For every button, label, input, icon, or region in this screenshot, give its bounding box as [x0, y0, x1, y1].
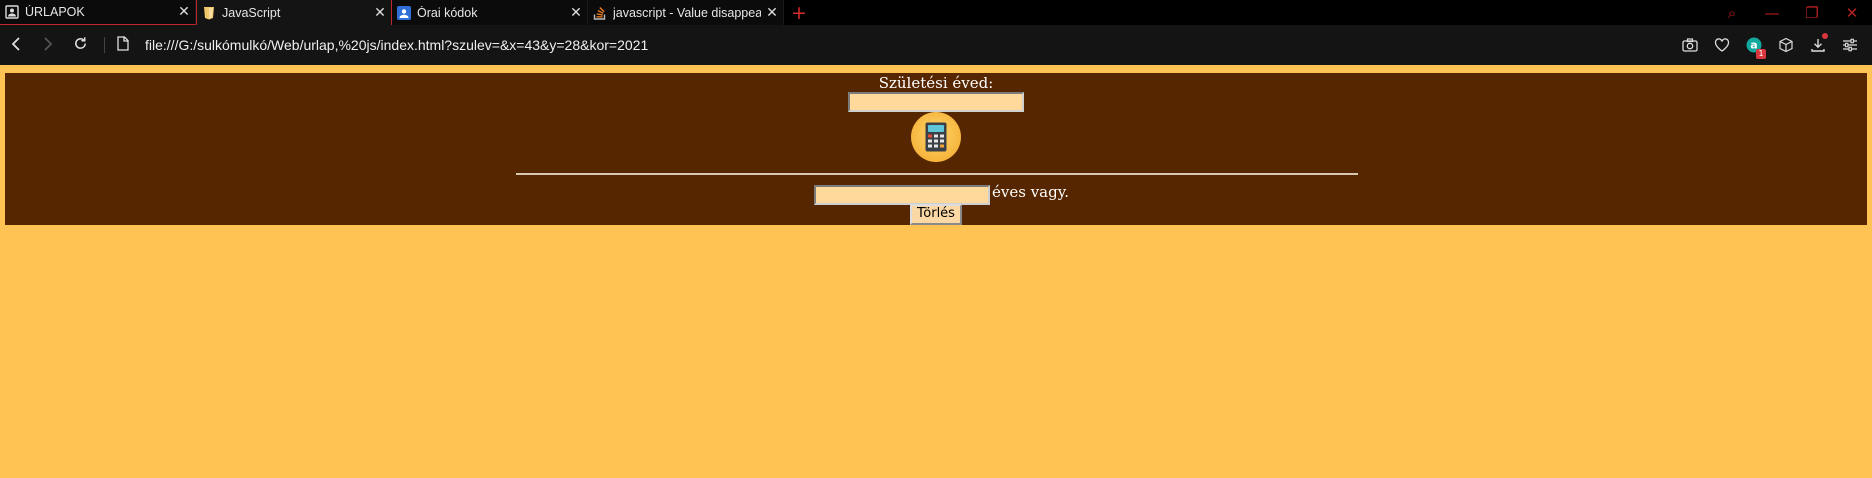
close-tab-icon[interactable]: ✕ [761, 5, 783, 21]
window-controls: ⌕ — ❐ ✕ [1712, 0, 1872, 25]
tab-urlapok[interactable]: ÚRLAPOK ✕ [0, 0, 196, 25]
download-dot [1822, 33, 1828, 39]
close-window-icon[interactable]: ✕ [1832, 4, 1872, 22]
age-calculator-form: Születési éved: éves vagy. Törlés [5, 73, 1867, 225]
horizontal-rule [516, 173, 1358, 175]
tab-title: JavaScript [222, 5, 281, 20]
camera-icon[interactable] [1674, 38, 1706, 52]
stackoverflow-icon [593, 6, 607, 20]
url-field[interactable]: file:///G:/sulkómulkó/Web/urlap,%20js/in… [145, 37, 648, 53]
search-tabs-icon[interactable]: ⌕ [1712, 4, 1752, 22]
minimize-icon[interactable]: — [1752, 4, 1792, 22]
clear-button[interactable]: Törlés [910, 204, 962, 225]
address-bar: file:///G:/sulkómulkó/Web/urlap,%20js/in… [0, 25, 1872, 65]
extension-badge: 1 [1756, 49, 1766, 59]
tab-javascript[interactable]: JavaScript ✕ [196, 0, 392, 25]
new-tab-button[interactable]: + [784, 0, 814, 25]
file-page-icon [113, 35, 133, 56]
calculator-icon [925, 122, 947, 152]
heart-icon[interactable] [1706, 38, 1738, 52]
classroom-icon [397, 5, 411, 20]
calculate-button[interactable] [911, 112, 961, 162]
tab-title: ÚRLAPOK [25, 5, 85, 19]
birth-year-input[interactable] [848, 92, 1024, 112]
close-tab-icon[interactable]: ✕ [565, 5, 587, 21]
tab-strip: ÚRLAPOK ✕ JavaScript ✕ Órai kódok ✕ java… [0, 0, 1872, 25]
toolbar-right: a 1 [1674, 25, 1866, 65]
download-icon[interactable] [1802, 33, 1834, 53]
age-suffix-text: éves vagy. [992, 183, 1069, 201]
tab-title: javascript - Value disappear [613, 5, 761, 20]
contact-icon [5, 5, 19, 19]
tab-title: Órai kódok [417, 5, 478, 20]
settings-sliders-icon[interactable] [1834, 38, 1866, 52]
restore-icon[interactable]: ❐ [1792, 4, 1832, 22]
back-icon[interactable] [0, 35, 32, 56]
cube-icon[interactable] [1770, 37, 1802, 53]
divider [104, 37, 105, 53]
tab-stackoverflow[interactable]: javascript - Value disappear ✕ [588, 0, 784, 25]
close-tab-icon[interactable]: ✕ [173, 4, 195, 20]
forward-icon[interactable] [32, 35, 64, 56]
birth-year-label: Születési éved: [878, 74, 994, 92]
extension-icon[interactable]: a 1 [1738, 37, 1770, 59]
close-tab-icon[interactable]: ✕ [369, 5, 391, 21]
reload-icon[interactable] [64, 35, 96, 56]
age-output-input[interactable] [814, 185, 990, 205]
tab-orai-kodok[interactable]: Órai kódok ✕ [392, 0, 588, 25]
html-file-icon [202, 6, 216, 20]
